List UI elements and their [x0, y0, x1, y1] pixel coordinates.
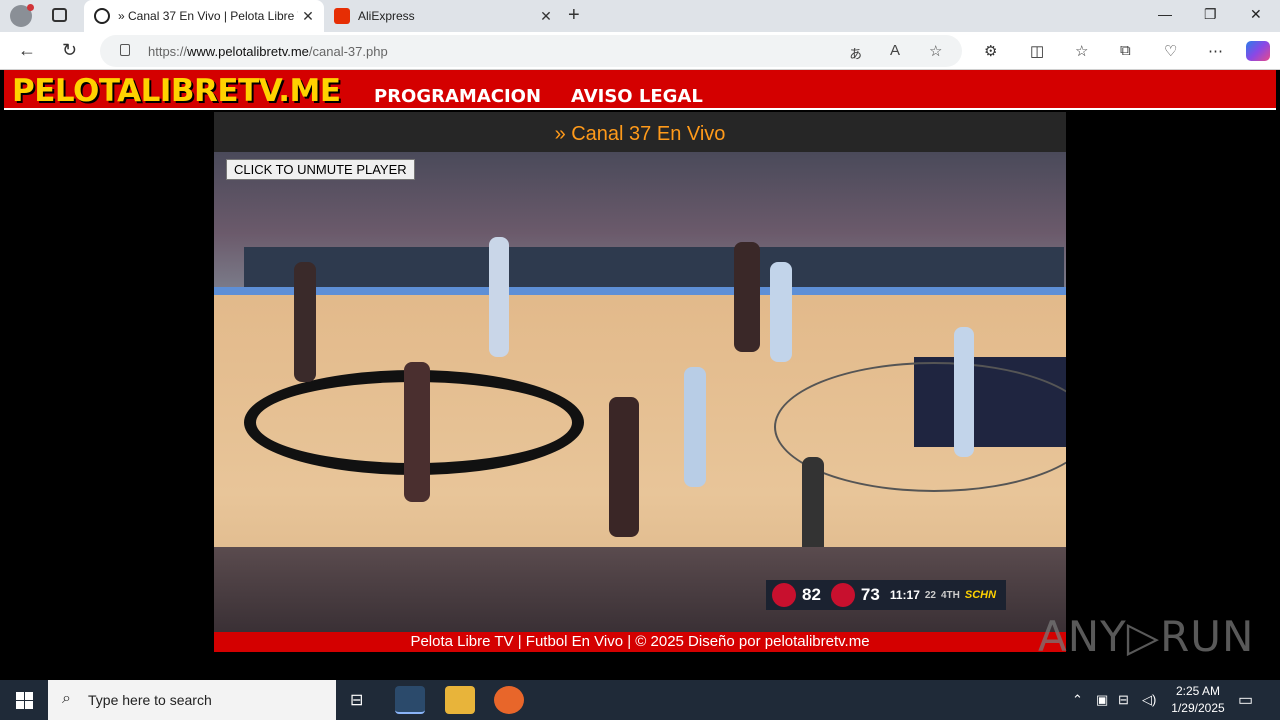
address-toolbar: ← ↻ https://www.pelotalibretv.me/canal-3… — [0, 32, 1280, 70]
browser-essentials-icon[interactable]: ♡ — [1164, 42, 1177, 60]
tray-chevron-icon[interactable]: ⌃ — [1072, 692, 1083, 708]
away-score: 73 — [860, 585, 880, 604]
split-screen-icon[interactable]: ◫ — [1030, 42, 1044, 60]
favorites-icon[interactable]: ☆ — [1075, 42, 1088, 60]
taskbar-clock[interactable]: 2:25 AM 1/29/2025 — [1168, 683, 1228, 717]
collections-icon[interactable]: ⧉ — [1120, 42, 1131, 59]
extensions-icon[interactable]: ⚙ — [984, 42, 997, 60]
translate-icon[interactable]: ぁ — [848, 42, 863, 63]
lock-icon — [120, 44, 130, 56]
unmute-player-button[interactable]: CLICK TO UNMUTE PLAYER — [226, 159, 415, 180]
close-tab-icon[interactable]: ✕ — [536, 8, 556, 25]
shot-clock: 22 — [924, 589, 936, 601]
restore-icon[interactable]: ❐ — [1204, 6, 1217, 23]
site-logo[interactable]: PELOTALIBRETV.ME — [12, 73, 341, 109]
video-player-figure — [954, 327, 974, 457]
hawks-logo-icon — [830, 583, 855, 607]
tab-aliexpress[interactable]: AliExpress ✕ — [324, 0, 562, 32]
video-player-figure — [770, 262, 792, 362]
browser-tab-strip: » Canal 37 En Vivo | Pelota Libre TV ✕ A… — [0, 0, 1280, 32]
tab-actions-icon[interactable] — [52, 8, 67, 22]
quarter: 4TH — [941, 589, 960, 601]
notifications-icon[interactable]: ▭ — [1238, 690, 1253, 710]
video-player-figure — [734, 242, 760, 352]
soccer-ball-icon — [94, 8, 110, 24]
new-tab-button[interactable]: + — [568, 4, 580, 27]
tab-title: AliExpress — [358, 9, 415, 23]
anyrun-watermark: ANY▷RUN — [1038, 612, 1255, 661]
back-arrow-icon[interactable]: ← — [18, 40, 36, 61]
tab-title: » Canal 37 En Vivo | Pelota Libre TV — [118, 9, 298, 23]
close-window-icon[interactable]: ✕ — [1250, 6, 1262, 23]
windows-start-icon[interactable] — [16, 692, 33, 709]
network-icon[interactable]: ⊟ — [1118, 692, 1129, 708]
refresh-icon[interactable]: ↻ — [62, 40, 77, 61]
video-player-figure — [609, 397, 639, 537]
channel-content: » Canal 37 En Vivo CLICK TO UNMUTE PLAYE… — [214, 112, 1066, 652]
video-baseline — [214, 287, 1066, 295]
clock-time: 2:25 AM — [1175, 684, 1221, 698]
url-text[interactable]: https://www.pelotalibretv.me/canal-37.ph… — [148, 44, 388, 59]
video-player[interactable]: CLICK TO UNMUTE PLAYER 82 73 11:17 22 4T… — [214, 152, 1066, 632]
search-icon: ⌕ — [62, 690, 71, 707]
windows-taskbar: ⌕ Type here to search ⊟ ⌃ ▣ ⊟ ◁) 2:25 AM… — [0, 680, 1280, 720]
edge-taskbar-icon[interactable] — [395, 686, 425, 714]
more-menu-icon[interactable]: ⋯ — [1208, 42, 1223, 60]
volume-icon[interactable]: ◁) — [1142, 692, 1156, 708]
notification-dot — [27, 4, 34, 11]
favorite-star-icon[interactable]: ☆ — [929, 42, 942, 60]
network-logo: SCHN — [964, 589, 997, 601]
clock-date: 1/29/2025 — [1171, 701, 1225, 715]
taskbar-search[interactable]: ⌕ Type here to search — [48, 680, 336, 720]
video-ad-board — [244, 247, 1064, 292]
video-player-figure — [294, 262, 316, 382]
channel-title: » Canal 37 En Vivo — [214, 112, 1066, 152]
address-bar[interactable]: https://www.pelotalibretv.me/canal-37.ph… — [100, 35, 962, 67]
site-footer: Pelota Libre TV | Futbol En Vivo | © 202… — [214, 632, 1066, 652]
video-player-figure — [404, 362, 430, 502]
aliexpress-icon — [334, 8, 350, 24]
game-clock: 11:17 — [889, 588, 920, 602]
read-aloud-icon[interactable]: A — [890, 42, 900, 59]
nav-aviso-legal[interactable]: AVISO LEGAL — [571, 86, 703, 107]
home-score: 82 — [802, 585, 821, 604]
video-player-figure — [489, 237, 509, 357]
site-header: PELOTALIBRETV.ME PROGRAMACION AVISO LEGA… — [4, 70, 1276, 110]
firefox-icon[interactable] — [494, 686, 524, 714]
task-view-icon[interactable]: ⊟ — [350, 690, 363, 710]
file-explorer-icon[interactable] — [445, 686, 475, 714]
tab-canal-37[interactable]: » Canal 37 En Vivo | Pelota Libre TV ✕ — [84, 0, 324, 32]
tray-device-icon[interactable]: ▣ — [1096, 692, 1108, 708]
search-placeholder: Type here to search — [88, 692, 212, 708]
scorebug: 82 73 11:17 22 4TH SCHN — [766, 580, 1006, 610]
nav-programacion[interactable]: PROGRAMACION — [374, 86, 541, 107]
copilot-icon[interactable] — [1246, 41, 1270, 61]
video-player-figure — [684, 367, 706, 487]
video-referee-figure — [802, 457, 824, 557]
minimize-icon[interactable]: ― — [1158, 6, 1172, 22]
rockets-logo-icon — [772, 583, 796, 607]
close-tab-icon[interactable]: ✕ — [298, 8, 318, 25]
